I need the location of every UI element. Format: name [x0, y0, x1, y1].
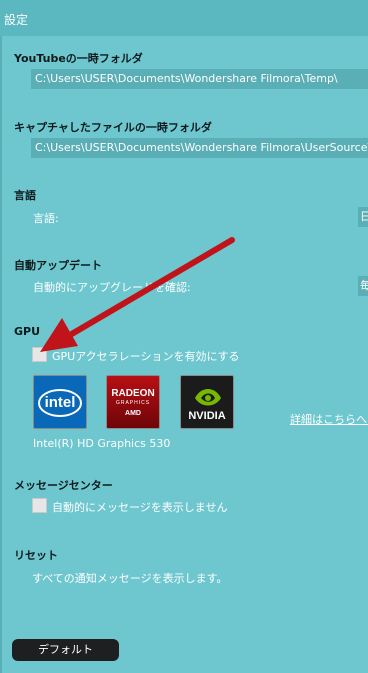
youtube-temp-heading: YouTubeの一時フォルダ — [14, 52, 143, 65]
youtube-temp-path-field[interactable]: C:\Users\USER\Documents\Wondershare Film… — [31, 69, 368, 89]
title-bar: 設定 — [0, 0, 368, 36]
gpu-heading: GPU — [14, 325, 41, 338]
capture-temp-path-field[interactable]: C:\Users\USER\Documents\Wondershare Film… — [31, 138, 368, 158]
gpu-acceleration-label: GPUアクセラレーションを有効にする — [52, 350, 240, 363]
nvidia-logo-text: NVIDIA — [188, 410, 226, 422]
capture-temp-heading: キャプチャしたファイルの一時フォルダ — [14, 121, 212, 134]
amd-logo-text: AMD — [125, 410, 141, 417]
default-button[interactable]: デフォルト — [12, 639, 119, 661]
gpu-details-link[interactable]: 詳細はこちらへ... — [290, 411, 368, 427]
auto-update-heading: 自動アップデート — [14, 259, 102, 272]
gpu-acceleration-checkbox[interactable] — [32, 347, 47, 362]
language-label: 言語: — [33, 212, 59, 225]
gpu-device-name: Intel(R) HD Graphics 530 — [33, 437, 171, 450]
intel-logo: intel — [33, 375, 87, 429]
auto-update-dropdown[interactable]: 毎 — [358, 276, 368, 296]
nvidia-logo: NVIDIA — [180, 375, 234, 429]
radeon-graphics-text: GRAPHICS — [115, 400, 151, 406]
auto-update-label: 自動的にアップグレードを確認: — [33, 281, 191, 294]
message-center-heading: メッセージセンター — [14, 479, 113, 492]
intel-logo-text: intel — [44, 394, 76, 411]
language-dropdown[interactable]: 日 — [358, 207, 368, 227]
amd-radeon-logo: RADEON GRAPHICS AMD — [106, 375, 160, 429]
reset-heading: リセット — [14, 549, 58, 562]
reset-notifications-text: すべての通知メッセージを表示します。 — [32, 572, 228, 585]
window-title: 設定 — [4, 13, 29, 27]
nvidia-eye-icon — [195, 389, 221, 406]
message-center-checkbox[interactable] — [32, 498, 47, 513]
message-center-label: 自動的にメッセージを表示しません — [52, 501, 228, 514]
radeon-logo-text: RADEON — [111, 388, 155, 399]
language-heading: 言語 — [14, 189, 36, 202]
left-border — [0, 36, 2, 673]
